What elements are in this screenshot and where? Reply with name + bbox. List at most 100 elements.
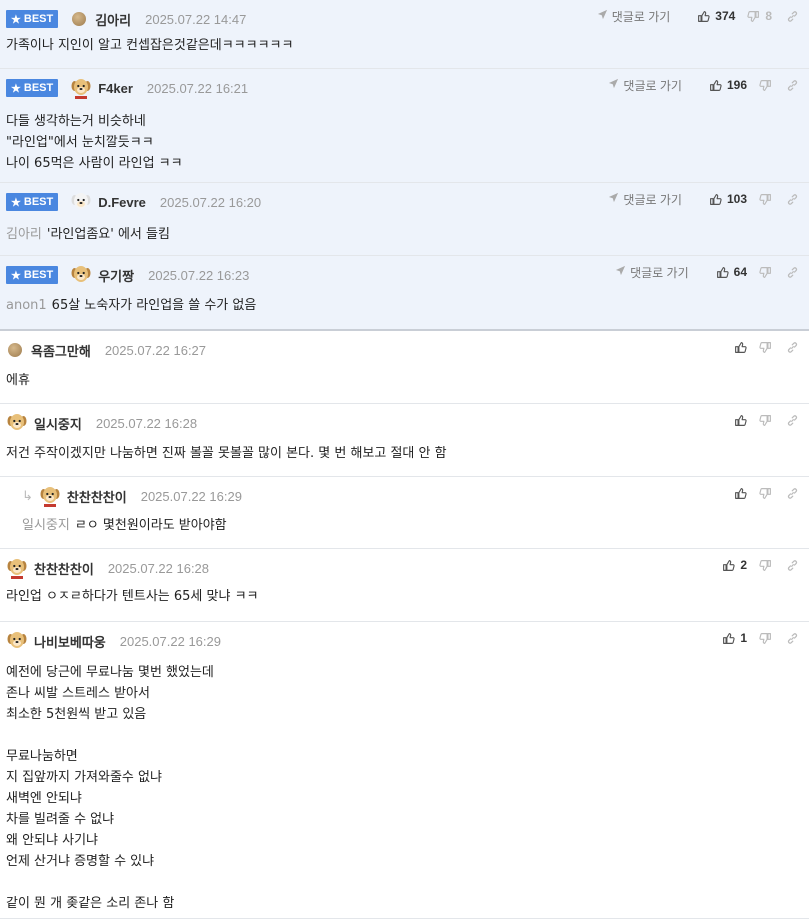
share-link-icon[interactable] — [786, 193, 799, 206]
comment-body: 김아리 '라인업좀요' 에서 들킴 — [6, 224, 799, 245]
best-badge: ★ BEST — [6, 193, 59, 211]
comment-header: ★ BEST F4ker 2025.07.22 16:21 — [6, 79, 249, 99]
upvote-button[interactable]: 1 — [722, 631, 747, 645]
comment-date: 2025.07.22 16:27 — [104, 342, 207, 358]
comment-date: 2025.07.22 16:28 — [95, 415, 198, 431]
comment-date: 2025.07.22 16:29 — [140, 488, 242, 504]
comment-actions: 댓글로 가기 196 — [608, 76, 799, 94]
thumbs-down-icon — [747, 10, 760, 23]
downvote-button[interactable] — [759, 266, 772, 279]
reply-target[interactable]: 김아리 — [6, 227, 42, 242]
upvote-button[interactable] — [734, 487, 747, 500]
comment-date: 2025.07.22 16:29 — [119, 633, 221, 649]
best-comment: ★ BEST F4ker 2025.07.22 16:21 댓글로 가기 196 다들 생각… — [0, 69, 809, 183]
comment-body: 예전에 당근에 무료나눔 몇번 했었는데 존나 씨발 스트레스 받아서 최소한 … — [6, 662, 799, 914]
thumbs-up-icon — [716, 266, 729, 279]
downvote-button[interactable] — [759, 414, 772, 427]
goto-label: 댓글로 가기 — [623, 192, 682, 207]
comment-date: 2025.07.22 16:20 — [159, 194, 262, 210]
upvote-button[interactable]: 64 — [716, 265, 747, 279]
goto-comment-link[interactable]: 댓글로 가기 — [608, 77, 682, 94]
share-link-icon[interactable] — [786, 559, 799, 572]
best-comment: ★ BEST 김아리 2025.07.22 14:47 댓글로 가기 374 8 가족이나 지… — [0, 0, 809, 69]
share-link-icon[interactable] — [786, 487, 799, 500]
comment-date: 2025.07.22 14:47 — [145, 11, 247, 27]
nickname[interactable]: 김아리 — [95, 10, 131, 29]
nickname[interactable]: 찬찬찬찬이 — [67, 487, 127, 506]
upvote-button[interactable]: 103 — [709, 192, 747, 206]
upvote-count: 2 — [740, 558, 747, 572]
reply-comment: ↳ 찬찬찬찬이 2025.07.22 16:29 일시중지 ㄹㅇ 몇천원이라도 받아야함 — [0, 477, 809, 549]
downvote-button[interactable] — [759, 487, 772, 500]
comment-header: 나비보베따웅 2025.07.22 16:29 — [6, 632, 221, 650]
thumbs-down-icon — [759, 79, 772, 92]
thumbs-up-icon — [709, 193, 722, 206]
reply-target[interactable]: 일시중지 — [22, 518, 70, 533]
avatar-dog-icon — [70, 191, 92, 213]
best-badge: ★ BEST — [6, 266, 59, 284]
share-link-icon[interactable] — [786, 79, 799, 92]
send-arrow-icon — [615, 265, 630, 279]
best-comment: ★ BEST 우기짱 2025.07.22 16:23 댓글로 가기 64 anon1 65살… — [0, 256, 809, 331]
star-icon: ★ — [11, 269, 21, 282]
goto-label: 댓글로 가기 — [623, 78, 682, 93]
comment-text: 라인업 ㅇㅈㄹ하다가 텐트사는 65세 맞냐 ㅋㅋ — [6, 589, 259, 604]
comment-header: 일시중지 2025.07.22 16:28 — [6, 414, 197, 432]
thumbs-down-icon — [759, 266, 772, 279]
share-link-icon[interactable] — [786, 632, 799, 645]
goto-comment-link[interactable]: 댓글로 가기 — [597, 8, 670, 25]
star-icon: ★ — [11, 196, 21, 209]
share-link-icon[interactable] — [786, 266, 799, 279]
thumbs-up-icon — [734, 487, 747, 500]
thumbs-up-icon — [734, 414, 747, 427]
goto-comment-link[interactable]: 댓글로 가기 — [608, 191, 682, 208]
downvote-button[interactable]: 8 — [747, 9, 772, 23]
best-comment: ★ BEST D.Fevre 2025.07.22 16:20 댓글로 가기 103 김아리… — [0, 183, 809, 256]
comment-actions — [722, 411, 799, 429]
share-link-icon[interactable] — [786, 414, 799, 427]
comment-text: 다들 생각하는거 비슷하네 "라인업"에서 눈치깔듯ㅋㅋ 나이 65먹은 사람이… — [6, 114, 183, 171]
thumbs-down-icon — [759, 193, 772, 206]
thumbs-down-icon — [759, 632, 772, 645]
upvote-button[interactable] — [734, 414, 747, 427]
reply-target[interactable]: anon1 — [6, 298, 47, 313]
thumbs-up-icon — [722, 632, 735, 645]
share-link-icon[interactable] — [786, 341, 799, 354]
downvote-button[interactable] — [759, 632, 772, 645]
reply-arrow-icon: ↳ — [22, 488, 33, 504]
goto-comment-link[interactable]: 댓글로 가기 — [615, 264, 689, 281]
avatar — [72, 12, 87, 26]
upvote-button[interactable]: 2 — [722, 558, 747, 572]
downvote-button[interactable] — [759, 559, 772, 572]
upvote-button[interactable]: 374 — [697, 9, 735, 23]
comment-body: 일시중지 ㄹㅇ 몇천원이라도 받아야함 — [22, 515, 799, 536]
comment-date: 2025.07.22 16:21 — [146, 80, 249, 96]
comment: 나비보베따웅 2025.07.22 16:29 1 예전에 당근에 무료나눔 몇번 했… — [0, 622, 809, 919]
nickname[interactable]: 나비보베따웅 — [34, 632, 106, 651]
comment: 일시중지 2025.07.22 16:28 저건 주작이겠지만 나눔하면 진짜 볼꼴… — [0, 404, 809, 477]
downvote-button[interactable] — [759, 193, 772, 206]
comment-text: 에휴 — [6, 373, 30, 388]
nickname[interactable]: F4ker — [98, 81, 133, 96]
comment-date: 2025.07.22 16:23 — [148, 267, 250, 283]
best-badge: ★ BEST — [6, 79, 59, 97]
best-label: BEST — [23, 13, 54, 25]
share-link-icon[interactable] — [786, 10, 799, 23]
nickname[interactable]: D.Fevre — [98, 195, 146, 210]
nickname[interactable]: 찬찬찬찬이 — [34, 559, 94, 578]
nickname[interactable]: 일시중지 — [34, 414, 82, 433]
upvote-button[interactable] — [734, 341, 747, 354]
nickname[interactable]: 욕좀그만해 — [31, 341, 91, 360]
comment-actions: 댓글로 가기 374 8 — [597, 7, 799, 25]
downvote-button[interactable] — [759, 79, 772, 92]
comment-actions: 1 — [710, 629, 799, 647]
upvote-button[interactable]: 196 — [709, 78, 747, 92]
avatar-dog-icon — [70, 264, 92, 286]
nickname[interactable]: 우기짱 — [98, 266, 134, 285]
comment-body: 라인업 ㅇㅈㄹ하다가 텐트사는 65세 맞냐 ㅋㅋ — [6, 586, 799, 607]
upvote-count: 103 — [726, 192, 747, 206]
downvote-button[interactable] — [759, 341, 772, 354]
avatar-dog-icon — [6, 557, 28, 579]
send-arrow-icon — [608, 78, 623, 92]
best-label: BEST — [23, 269, 54, 281]
